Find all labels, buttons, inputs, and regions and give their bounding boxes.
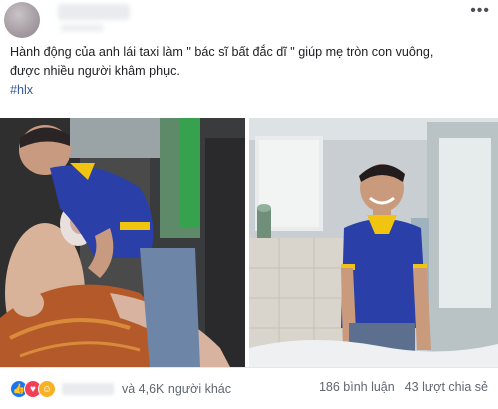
comments-count-link[interactable]: 186 bình luận xyxy=(319,380,395,394)
post-footer: 👍 ♥ ☺ và 4,6K người khác 186 bình luận 4… xyxy=(0,367,498,409)
smiling-taxi-driver-photo[interactable] xyxy=(249,118,498,367)
post-text-line-1: Hành động của anh lái taxi làm " bác sĩ … xyxy=(10,45,434,59)
ellipsis-icon[interactable]: ••• xyxy=(470,2,490,20)
taxi-driver-helping-mother-photo[interactable] xyxy=(0,118,245,367)
avatar[interactable] xyxy=(4,2,40,38)
shares-count-link[interactable]: 43 lượt chia sẻ xyxy=(405,380,488,394)
hashtag-link[interactable]: #hlx xyxy=(10,83,33,97)
blurred-timestamp[interactable] xyxy=(60,24,104,32)
reactions-count-text: và 4,6K người khác xyxy=(122,382,231,396)
blurred-reactor-names xyxy=(62,383,114,395)
haha-icon: ☺ xyxy=(38,380,56,398)
engagement-counts: 186 bình luận 43 lượt chia sẻ xyxy=(319,380,488,394)
post-text-line-2: được nhiều người khâm phục. xyxy=(10,64,180,78)
photo-grid xyxy=(0,118,498,367)
reactions-summary[interactable]: 👍 ♥ ☺ và 4,6K người khác xyxy=(10,380,231,398)
post-text: Hành động của anh lái taxi làm " bác sĩ … xyxy=(10,43,490,100)
blurred-author-name[interactable] xyxy=(58,4,130,20)
post-header: ••• xyxy=(0,0,498,38)
